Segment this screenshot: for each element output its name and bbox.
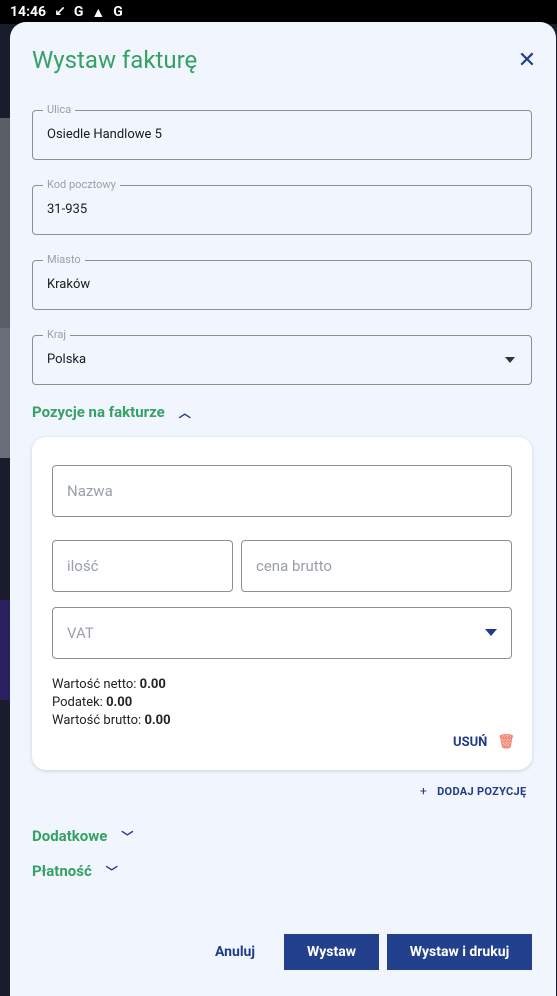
postal-code-field[interactable]: Kod pocztowy 31-935	[32, 178, 532, 235]
gross-price-input[interactable]: cena brutto	[241, 540, 512, 592]
background-strip	[0, 600, 10, 700]
country-select[interactable]: Kraj Polska	[32, 328, 532, 385]
add-item-label: DODAJ POZYCJĘ	[437, 784, 527, 798]
dialog-title: Wystaw fakturę	[32, 46, 198, 74]
street-field[interactable]: Ulica Osiedle Handlowe 5	[32, 103, 532, 160]
postal-code-value: 31-935	[47, 202, 88, 217]
photos-icon: ▲	[91, 4, 106, 21]
gross-value: 0.00	[144, 713, 171, 728]
status-time: 14:46	[10, 4, 47, 20]
country-value: Polska	[47, 352, 87, 367]
quantity-placeholder: ilość	[67, 557, 99, 575]
payment-section-toggle[interactable]: Płatność ﹀	[32, 862, 118, 880]
gross-price-placeholder: cena brutto	[256, 557, 332, 575]
issue-button[interactable]: Wystaw	[284, 934, 379, 970]
additional-section-toggle[interactable]: Dodatkowe ﹀	[32, 827, 133, 845]
city-field[interactable]: Miasto Kraków	[32, 253, 532, 310]
delete-item-button[interactable]: USUŃ 🗑	[453, 734, 515, 750]
net-value-line: Wartość netto: 0.00	[52, 677, 166, 692]
invoice-dialog: Wystaw fakturę ✕ Ulica Osiedle Handlowe …	[10, 22, 556, 996]
google-icon: G	[73, 4, 84, 20]
street-label: Ulica	[43, 103, 76, 116]
gross-value-line: Wartość brutto: 0.00	[52, 713, 171, 728]
tax-value-line: Podatek: 0.00	[52, 695, 133, 710]
plus-icon: +	[420, 784, 428, 798]
dropdown-arrow-icon	[505, 357, 515, 363]
chevron-up-icon: ︿	[178, 405, 191, 420]
item-name-placeholder: Nazwa	[67, 482, 113, 500]
chevron-down-icon: ﹀	[105, 864, 118, 879]
close-icon[interactable]: ✕	[514, 48, 540, 74]
background-strip	[0, 118, 10, 328]
cancel-button[interactable]: Anuluj	[205, 934, 265, 970]
item-name-input[interactable]: Nazwa	[52, 465, 512, 517]
items-section-toggle[interactable]: Pozycje na fakturze ︿	[32, 403, 191, 421]
trash-icon: 🗑	[497, 734, 516, 750]
status-bar: 14:46 ↙ G ▲ G	[0, 0, 557, 24]
delete-item-label: USUŃ	[453, 734, 488, 750]
net-value: 0.00	[139, 677, 166, 692]
vat-placeholder: VAT	[67, 624, 94, 642]
city-value: Kraków	[47, 277, 91, 292]
payment-section-title: Płatność	[32, 862, 92, 880]
dropdown-arrow-icon	[485, 629, 497, 636]
add-item-button[interactable]: + DODAJ POZYCJĘ	[420, 784, 526, 798]
tax-value: 0.00	[106, 695, 133, 710]
google-icon: G	[113, 4, 123, 20]
vat-select[interactable]: VAT	[52, 607, 512, 659]
street-value: Osiedle Handlowe 5	[47, 127, 162, 142]
background-strip	[0, 328, 10, 458]
postal-code-label: Kod pocztowy	[43, 178, 120, 191]
quantity-input[interactable]: ilość	[52, 540, 233, 592]
city-label: Miasto	[43, 253, 85, 266]
issue-and-print-button[interactable]: Wystaw i drukuj	[387, 934, 532, 970]
missed-call-icon: ↙	[54, 4, 66, 20]
country-label: Kraj	[43, 328, 71, 341]
items-section-title: Pozycje na fakturze	[32, 403, 165, 421]
chevron-down-icon: ﹀	[121, 829, 134, 844]
additional-section-title: Dodatkowe	[32, 827, 108, 845]
invoice-item-card: Nazwa ilość cena brutto VAT Wartość nett…	[32, 437, 532, 770]
